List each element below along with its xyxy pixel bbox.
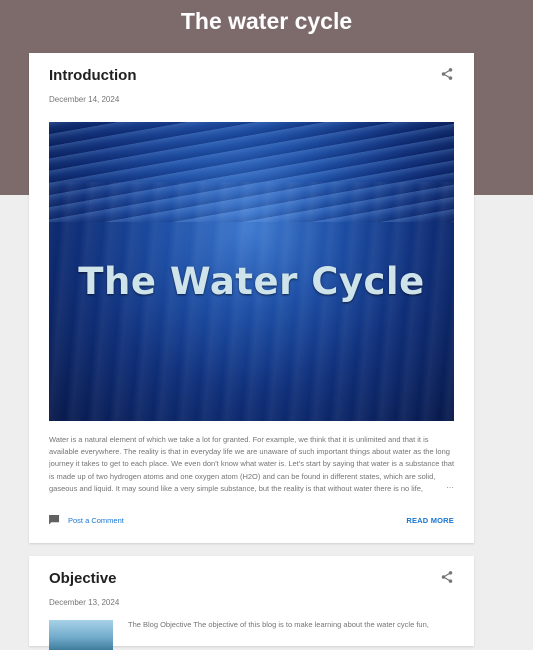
post-thumbnail[interactable] (49, 620, 113, 650)
read-more-link[interactable]: READ MORE (406, 516, 454, 525)
blog-title[interactable]: The water cycle (0, 8, 533, 35)
post-comment-link[interactable]: Post a Comment (49, 515, 124, 525)
post-card: Objective December 13, 2024 The Blog Obj… (29, 556, 474, 650)
post-snippet: Water is a natural element of which we t… (49, 435, 455, 493)
post-card: Introduction December 14, 2024 The Water… (29, 53, 474, 543)
post-date: December 14, 2024 (49, 95, 120, 104)
comment-icon (49, 515, 60, 525)
share-icon[interactable] (440, 570, 454, 584)
hero-image-text: The Water Cycle (78, 260, 425, 303)
post-title[interactable]: Introduction (49, 67, 136, 84)
post-title[interactable]: Objective (49, 570, 117, 587)
share-icon[interactable] (440, 67, 454, 81)
post-hero-image[interactable]: The Water Cycle (49, 122, 454, 421)
post-date: December 13, 2024 (49, 598, 120, 607)
comment-link-label: Post a Comment (68, 515, 124, 525)
snippet-ellipsis: … (446, 481, 454, 490)
post-snippet: The Blog Objective The objective of this… (128, 620, 429, 629)
